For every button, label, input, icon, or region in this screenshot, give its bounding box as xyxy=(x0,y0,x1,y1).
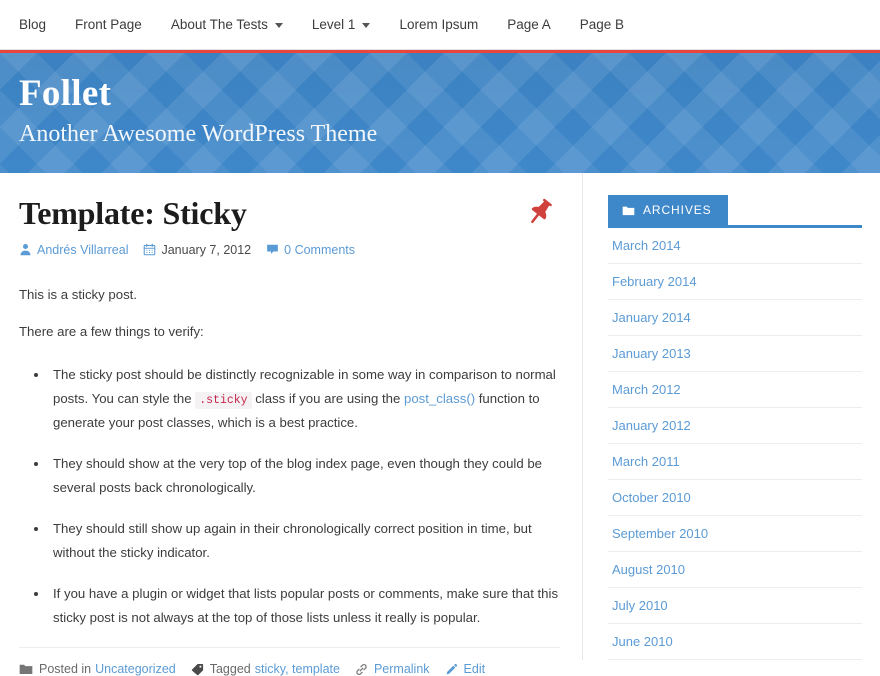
list-item: March 2014 xyxy=(608,228,862,264)
main-content: Template: Sticky xyxy=(0,173,583,660)
pushpin-icon xyxy=(523,195,557,229)
post-date-text: January 7, 2012 xyxy=(161,243,251,257)
nav-item-lorem-ipsum[interactable]: Lorem Ipsum xyxy=(399,17,478,32)
archive-link[interactable]: January 2014 xyxy=(612,310,691,325)
archive-link[interactable]: September 2010 xyxy=(612,526,708,541)
nav-item-front-page[interactable]: Front Page xyxy=(75,17,142,32)
archives-widget: ARCHIVES March 2014 February 2014 Januar… xyxy=(608,195,862,660)
list-item: They should show at the very top of the … xyxy=(49,452,560,501)
nav-item-label: Lorem Ipsum xyxy=(399,17,478,32)
archive-link[interactable]: March 2012 xyxy=(612,382,681,397)
post-list: The sticky post should be distinctly rec… xyxy=(19,363,560,631)
post-comments-count: 0 Comments xyxy=(284,243,355,257)
tags-link[interactable]: sticky, template xyxy=(255,662,340,676)
calendar-icon xyxy=(143,243,156,256)
archive-link[interactable]: June 2010 xyxy=(612,634,673,649)
list-item: January 2014 xyxy=(608,300,862,336)
comment-icon xyxy=(266,243,279,256)
list-item: January 2012 xyxy=(608,408,862,444)
site-description: Another Awesome WordPress Theme xyxy=(19,120,880,149)
list-item: August 2010 xyxy=(608,552,862,588)
user-icon xyxy=(19,243,32,256)
page-layout: Template: Sticky xyxy=(0,173,880,660)
list-item: March 2012 xyxy=(608,372,862,408)
post-footer: Posted in Uncategorized Tagged sticky, t… xyxy=(19,647,560,676)
list-item: March 2011 xyxy=(608,444,862,480)
list-item: They should still show up again in their… xyxy=(49,517,560,566)
widget-title-row: ARCHIVES xyxy=(608,195,862,228)
post-content: This is a sticky post. There are a few t… xyxy=(19,283,560,631)
category-link[interactable]: Uncategorized xyxy=(95,662,176,676)
nav-item-page-b[interactable]: Page B xyxy=(580,17,624,32)
nav-item-blog[interactable]: Blog xyxy=(19,17,46,32)
post-author[interactable]: Andrés Villarreal xyxy=(19,243,128,257)
tagged-label: Tagged xyxy=(210,662,251,676)
archive-link[interactable]: October 2010 xyxy=(612,490,691,505)
post-article: Template: Sticky xyxy=(19,195,560,676)
list-item: January 2013 xyxy=(608,336,862,372)
primary-navigation[interactable]: Blog Front Page About The Tests Level 1 … xyxy=(0,0,880,50)
permalink-link[interactable]: Permalink xyxy=(374,662,430,676)
nav-item-level-1[interactable]: Level 1 xyxy=(312,17,371,32)
chevron-down-icon xyxy=(275,23,283,28)
post-class-link[interactable]: post_class() xyxy=(404,391,475,406)
post-category: Posted in Uncategorized xyxy=(19,662,176,676)
post-meta: Andrés Villarreal January 7, 2012 xyxy=(19,243,560,257)
nav-item-label: About The Tests xyxy=(171,17,268,32)
list-item: September 2010 xyxy=(608,516,862,552)
archive-link[interactable]: March 2014 xyxy=(612,238,681,253)
post-date: January 7, 2012 xyxy=(143,243,251,257)
post-permalink[interactable]: Permalink xyxy=(355,662,430,676)
list-item: October 2010 xyxy=(608,480,862,516)
nav-item-label: Blog xyxy=(19,17,46,32)
pencil-icon xyxy=(445,663,458,676)
list-item: June 2010 xyxy=(608,624,862,660)
list-item: The sticky post should be distinctly rec… xyxy=(49,363,560,436)
site-header: Follet Another Awesome WordPress Theme xyxy=(0,53,880,173)
archive-link[interactable]: January 2012 xyxy=(612,418,691,433)
post-author-name: Andrés Villarreal xyxy=(37,243,128,257)
list-item: July 2010 xyxy=(608,588,862,624)
archives-list: March 2014 February 2014 January 2014 Ja… xyxy=(608,228,862,660)
chevron-down-icon xyxy=(362,23,370,28)
post-tags: Tagged sticky, template xyxy=(191,662,340,676)
archive-link[interactable]: March 2011 xyxy=(612,454,680,469)
nav-item-page-a[interactable]: Page A xyxy=(507,17,551,32)
widget-title: ARCHIVES xyxy=(643,203,712,217)
archive-link[interactable]: January 2013 xyxy=(612,346,691,361)
nav-item-label: Level 1 xyxy=(312,17,356,32)
post-comments[interactable]: 0 Comments xyxy=(266,243,355,257)
nav-item-about-the-tests[interactable]: About The Tests xyxy=(171,17,283,32)
folder-icon xyxy=(19,663,33,675)
post-edit[interactable]: Edit xyxy=(445,662,486,676)
edit-link[interactable]: Edit xyxy=(464,662,486,676)
post-header: Template: Sticky xyxy=(19,195,560,232)
archive-link[interactable]: February 2014 xyxy=(612,274,697,289)
inline-code: .sticky xyxy=(195,392,251,409)
list-item: If you have a plugin or widget that list… xyxy=(49,582,560,631)
post-title[interactable]: Template: Sticky xyxy=(19,195,560,232)
posted-in-label: Posted in xyxy=(39,662,91,676)
link-icon xyxy=(355,663,368,676)
list-item: February 2014 xyxy=(608,264,862,300)
post-paragraph: This is a sticky post. xyxy=(19,283,560,307)
nav-item-label: Page B xyxy=(580,17,624,32)
tag-icon xyxy=(191,663,204,676)
nav-item-label: Front Page xyxy=(75,17,142,32)
post-paragraph: There are a few things to verify: xyxy=(19,320,560,344)
sidebar: ARCHIVES March 2014 February 2014 Januar… xyxy=(583,173,880,660)
list-item-text-mid: class if you are using the xyxy=(252,391,404,406)
folder-icon xyxy=(622,205,635,216)
archive-link[interactable]: July 2010 xyxy=(612,598,668,613)
site-title[interactable]: Follet xyxy=(19,75,880,114)
archive-link[interactable]: August 2010 xyxy=(612,562,685,577)
nav-item-label: Page A xyxy=(507,17,551,32)
widget-tab-archives[interactable]: ARCHIVES xyxy=(608,195,728,225)
